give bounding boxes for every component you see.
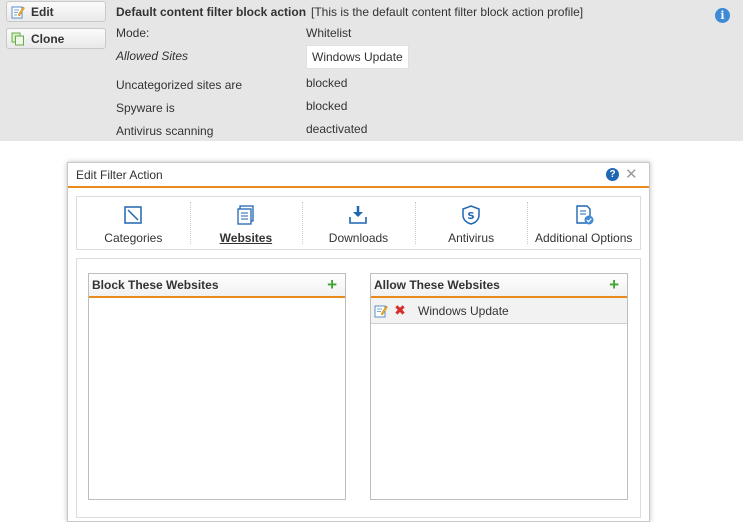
- allowed-site-label: Windows Update: [418, 303, 509, 318]
- allow-websites-header: Allow These Websites +: [371, 274, 627, 298]
- antivirus-value: deactivated: [306, 122, 368, 136]
- websites-icon: [237, 205, 254, 225]
- filter-action-summary: Edit Clone Default content filter block …: [0, 0, 743, 141]
- uncategorized-value: blocked: [306, 76, 348, 90]
- svg-text:S: S: [467, 211, 474, 222]
- add-allowed-site-plus-icon[interactable]: +: [609, 276, 619, 294]
- clone-icon: [11, 32, 25, 46]
- dialog-title: Edit Filter Action: [76, 167, 163, 182]
- block-websites-panel: Block These Websites +: [88, 273, 346, 500]
- dialog-header: Edit Filter Action: [68, 163, 649, 188]
- additional-options-icon: [575, 205, 594, 225]
- tab-additional-options-label: Additional Options: [534, 231, 633, 245]
- tab-antivirus-label: Antivirus: [448, 231, 495, 245]
- profile-description: [This is the default content filter bloc…: [311, 5, 584, 19]
- tab-downloads-label: Downloads: [328, 231, 389, 245]
- edit-button-label: Edit: [31, 4, 54, 19]
- categories-icon: [124, 206, 143, 224]
- edit-filter-action-dialog: Edit Filter Action ? ✕ Categories Websit…: [67, 162, 650, 522]
- edit-icon: [11, 5, 25, 19]
- tab-antivirus[interactable]: S Antivirus: [414, 197, 528, 249]
- tab-websites-label: Websites: [219, 231, 273, 245]
- edit-button[interactable]: Edit: [6, 1, 106, 22]
- info-icon[interactable]: i: [715, 8, 730, 23]
- clone-button[interactable]: Clone: [6, 28, 106, 49]
- allowed-sites-label: Allowed Sites: [116, 49, 189, 63]
- edit-icon[interactable]: [374, 304, 388, 318]
- list-item: ✖ Windows Update: [371, 298, 627, 324]
- profile-title: Default content filter block action: [116, 5, 307, 19]
- block-websites-header: Block These Websites +: [89, 274, 345, 298]
- delete-icon[interactable]: ✖: [393, 302, 407, 319]
- filter-tabs: Categories Websites Downloads S Antiviru…: [76, 196, 641, 250]
- tab-categories[interactable]: Categories: [77, 197, 190, 249]
- websites-tab-content: Block These Websites + Allow These Websi…: [76, 258, 641, 518]
- tab-downloads[interactable]: Downloads: [302, 197, 415, 249]
- clone-button-label: Clone: [31, 31, 65, 46]
- downloads-icon: [349, 206, 368, 224]
- allowed-site-chip: Windows Update: [306, 45, 409, 69]
- allow-websites-panel: Allow These Websites + ✖ Windows Update: [370, 273, 628, 500]
- tab-additional-options[interactable]: Additional Options: [527, 197, 640, 249]
- help-icon[interactable]: ?: [606, 168, 619, 181]
- add-blocked-site-plus-icon[interactable]: +: [327, 276, 337, 294]
- antivirus-label: Antivirus scanning: [116, 124, 214, 138]
- mode-label: Mode:: [116, 26, 150, 40]
- tab-websites[interactable]: Websites: [189, 197, 303, 249]
- tab-categories-label: Categories: [104, 231, 163, 245]
- spyware-value: blocked: [306, 99, 348, 113]
- spyware-label: Spyware is: [116, 101, 175, 115]
- antivirus-icon: S: [462, 205, 480, 225]
- block-websites-title: Block These Websites: [92, 278, 219, 292]
- uncategorized-label: Uncategorized sites are: [116, 78, 243, 92]
- allow-websites-title: Allow These Websites: [374, 278, 500, 292]
- close-icon[interactable]: ✕: [625, 165, 638, 183]
- mode-value: Whitelist: [306, 26, 352, 40]
